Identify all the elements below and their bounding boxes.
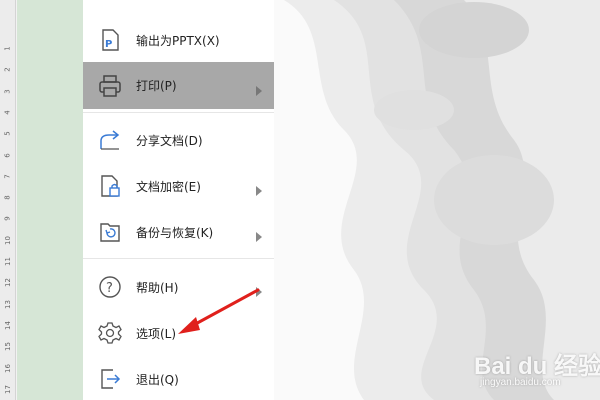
ruler-tick-label: 10 [3,235,12,245]
document-page-strip [17,0,83,400]
ruler-tick: 5 [0,129,16,138]
menu-item-label: 选项(L) [136,326,177,341]
gear-icon [97,320,123,346]
menu-item-label: 分享文档(D) [136,133,203,148]
ruler-tick: 4 [0,108,16,117]
ruler-tick: 15 [0,342,16,351]
ruler-tick-label: 8 [3,195,12,200]
menu-item-label: 文档加密(E) [136,179,201,194]
printer-icon [97,73,123,99]
menu-divider [83,112,274,113]
svg-text:?: ? [106,281,113,296]
ruler-tick-label: 16 [3,363,12,373]
ruler-tick-label: 14 [3,320,12,330]
file-menu: P 输出为PPTX(X) 打印(P) 分享文档(D) 文档加密(E) 备份与恢复… [83,0,274,400]
chevron-right-icon [255,181,263,196]
ruler-tick-label: 13 [3,299,12,309]
help-icon: ? [97,274,123,300]
share-icon [97,127,123,153]
watermark-text: Bai du 经验 [474,353,600,380]
ruler-tick-label: 3 [3,88,12,94]
ruler-tick-label: 7 [3,174,12,179]
ruler-tick: 9 [0,214,16,223]
ruler-tick: 7 [0,172,16,181]
ruler-tick-label: 17 [3,384,12,394]
ruler-tick-label: 5 [3,131,12,136]
menu-item-encrypt[interactable]: 文档加密(E) [83,163,274,209]
menu-item-share[interactable]: 分享文档(D) [83,117,274,163]
ruler-tick: 8 [0,193,16,202]
watermark-url: jingyan.baidu.com [480,377,561,388]
menu-item-exit[interactable]: 退出(Q) [83,356,274,400]
chevron-right-icon [255,81,263,96]
ruler-tick-label: 2 [3,67,12,73]
ruler-tick: 2 [0,65,16,74]
ruler-tick: 12 [0,278,16,287]
menu-item-help[interactable]: ? 帮助(H) [83,264,274,310]
ruler-tick: 11 [0,257,16,266]
menu-item-label: 输出为PPTX(X) [136,33,220,48]
ruler-tick-label: 6 [3,152,12,158]
menu-item-label: 备份与恢复(K) [136,225,214,240]
ruler-tick: 3 [0,87,16,96]
backup-restore-icon [97,219,123,245]
ruler-tick-label: 12 [3,278,12,288]
menu-item-options[interactable]: 选项(L) [83,310,274,356]
watermark: Bai du 经验 jingyan.baidu.com [458,340,600,395]
ruler-tick-label: 4 [3,110,12,115]
export-pptx-icon: P [97,27,123,53]
ruler-tick: 17 [0,385,16,394]
vertical-ruler: 123456789101112131415161718 [0,0,16,400]
exit-icon [97,366,123,392]
menu-item-export-pptx[interactable]: P 输出为PPTX(X) [83,17,274,63]
menu-item-print[interactable]: 打印(P) [83,62,274,109]
svg-text:P: P [105,39,112,50]
ruler-tick: 10 [0,236,16,245]
chevron-right-icon [255,227,263,242]
chevron-right-icon [255,282,263,297]
menu-item-backup[interactable]: 备份与恢复(K) [83,209,274,255]
ruler-tick-label: 1 [3,46,12,51]
ruler-tick: 1 [0,44,16,53]
ruler-tick: 16 [0,364,16,373]
menu-item-label: 退出(Q) [136,372,179,387]
ruler-tick: 6 [0,151,16,160]
ruler-tick-label: 11 [3,257,12,266]
menu-item-label: 帮助(H) [136,280,179,295]
ruler-tick-label: 9 [3,216,12,222]
menu-divider [83,258,274,259]
ruler-tick: 14 [0,321,16,330]
menu-item-label: 打印(P) [136,79,177,93]
document-lock-icon [97,173,123,199]
ruler-tick-label: 15 [3,342,12,352]
ruler-tick: 13 [0,300,16,309]
